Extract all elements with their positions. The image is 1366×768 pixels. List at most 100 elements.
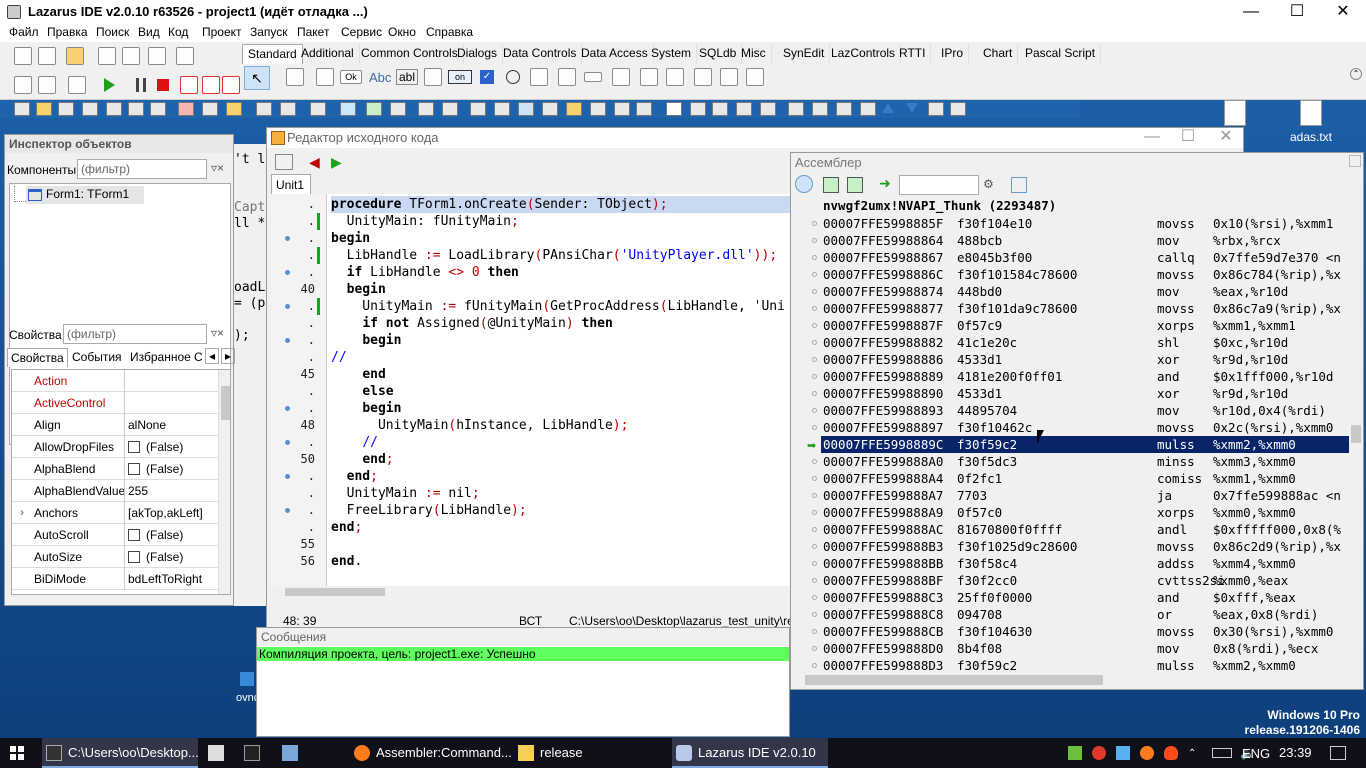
tmainmenu-icon[interactable] bbox=[286, 68, 304, 86]
code-line[interactable]: if LibHandle <> 0 then bbox=[331, 264, 519, 281]
tactionlist-icon[interactable] bbox=[746, 68, 764, 86]
zoom-in-icon[interactable] bbox=[366, 102, 382, 116]
menu-help[interactable]: Справка bbox=[426, 25, 473, 39]
code-line[interactable]: else bbox=[331, 383, 393, 400]
code-line[interactable]: end. bbox=[331, 553, 362, 570]
registers-icon[interactable] bbox=[950, 102, 966, 116]
gutter-line[interactable]: . bbox=[271, 298, 315, 315]
clear-filter-icon[interactable]: ▿× bbox=[211, 161, 229, 179]
breakpoint-dot-icon[interactable] bbox=[285, 508, 290, 513]
taskbar-item-network[interactable] bbox=[278, 738, 308, 768]
gutter-line[interactable]: 56 bbox=[271, 553, 315, 570]
menu-view[interactable]: Вид bbox=[138, 25, 160, 39]
taskbar-item-firefox[interactable]: Assembler:Command... bbox=[350, 738, 512, 768]
code-line[interactable]: end bbox=[331, 366, 385, 383]
title-bar[interactable]: Lazarus IDE v2.0.10 r63526 - project1 (и… bbox=[0, 0, 1366, 24]
scrollbar-thumb[interactable] bbox=[805, 675, 1103, 685]
locals-icon[interactable] bbox=[836, 102, 852, 116]
toggle-form-unit-icon[interactable] bbox=[38, 76, 56, 94]
breakpoint-dot-icon[interactable] bbox=[285, 304, 290, 309]
tab-misc[interactable]: Misc bbox=[736, 44, 772, 64]
asm-horizontal-scrollbar[interactable] bbox=[793, 673, 1349, 687]
editor-close-button[interactable]: ✕ bbox=[1203, 125, 1249, 149]
asm-breakpoint-dot-icon[interactable] bbox=[812, 238, 817, 243]
messages-title[interactable]: Сообщения bbox=[257, 628, 789, 646]
code-line[interactable]: LibHandle := LoadLibrary(PAnsiChar('Unit… bbox=[331, 247, 778, 264]
menu-edit[interactable]: Правка bbox=[47, 25, 88, 39]
zoom-out-icon[interactable] bbox=[390, 102, 406, 116]
redo-icon[interactable] bbox=[280, 102, 296, 116]
asm-row[interactable]: 00007FFE59988874 448bd0 mov %eax,%r10d bbox=[821, 283, 1351, 300]
gutter-line[interactable]: . bbox=[271, 468, 315, 485]
asm-breakpoint-dot-icon[interactable] bbox=[812, 459, 817, 464]
property-value[interactable]: (False) bbox=[124, 524, 218, 546]
tab-standard[interactable]: Standard bbox=[242, 44, 303, 64]
asm-row[interactable]: 00007FFE599888B3 f30f1025d9c28600 movss 0x8… bbox=[821, 538, 1351, 555]
power-icon[interactable] bbox=[795, 175, 813, 193]
tab-rtti[interactable]: RTTI bbox=[894, 44, 932, 64]
property-row[interactable]: Action bbox=[12, 370, 218, 392]
property-row[interactable]: AlphaBlend (False) bbox=[12, 458, 218, 480]
checkbox[interactable] bbox=[128, 441, 140, 453]
copy-icon[interactable] bbox=[1011, 177, 1027, 193]
components-filter-input[interactable]: (фильтр) bbox=[77, 159, 207, 179]
record-icon[interactable] bbox=[666, 102, 682, 116]
asm-row[interactable]: 00007FFE59988877 f30f101da9c78600 movss 0x8… bbox=[821, 300, 1351, 317]
code-line[interactable]: UnityMain := nil; bbox=[331, 485, 480, 502]
macro-icon[interactable] bbox=[590, 102, 606, 116]
callstack-icon[interactable] bbox=[860, 102, 876, 116]
asm-row[interactable]: 00007FFE5998889C f30f59c2 mulss %xmm2,%xmm0 bbox=[821, 436, 1351, 453]
checkbox[interactable] bbox=[128, 529, 140, 541]
asm-breakpoint-dot-icon[interactable] bbox=[812, 476, 817, 481]
find-icon[interactable] bbox=[310, 102, 326, 116]
property-value[interactable]: [akTop,akLeft] bbox=[124, 502, 218, 524]
word-wrap-icon[interactable] bbox=[518, 102, 534, 116]
property-value[interactable]: bdLeftToRight bbox=[124, 568, 218, 590]
current-instruction-arrow-icon[interactable]: ➡ bbox=[807, 439, 816, 452]
tab-pascal-script[interactable]: Pascal Script bbox=[1020, 44, 1102, 64]
checkbox[interactable] bbox=[128, 551, 140, 563]
breakpoint-dot-icon[interactable] bbox=[285, 236, 290, 241]
asm-row[interactable]: 00007FFE599888C3 25ff0f0000 and $0xfff,%eax bbox=[821, 589, 1351, 606]
undo-icon[interactable] bbox=[256, 102, 272, 116]
chrome-icon[interactable] bbox=[1092, 746, 1106, 760]
asm-breakpoint-dot-icon[interactable] bbox=[812, 221, 817, 226]
breakpoint-dot-icon[interactable] bbox=[285, 474, 290, 479]
back-arrow-icon[interactable]: ◀ bbox=[309, 154, 320, 171]
tcheckbox-icon[interactable]: ✓ bbox=[480, 70, 494, 84]
copy-icon[interactable] bbox=[202, 102, 218, 116]
gutter-line[interactable]: . bbox=[271, 434, 315, 451]
asm-row[interactable]: 00007FFE5998885F f30f104e10 movss 0x10(%rsi… bbox=[821, 215, 1351, 232]
asm-row[interactable]: 00007FFE599888A0 f30f5dc3 minss %xmm3,%xmm0 bbox=[821, 453, 1351, 470]
code-line[interactable]: end; bbox=[331, 519, 362, 536]
build-mode-icon[interactable] bbox=[68, 76, 86, 94]
forward-arrow-icon[interactable]: ▶ bbox=[331, 154, 342, 171]
step-out-icon[interactable] bbox=[222, 76, 240, 94]
gutter-line[interactable]: . bbox=[271, 213, 315, 230]
menu-window[interactable]: Окно bbox=[388, 25, 416, 39]
gutter-line[interactable]: . bbox=[271, 247, 315, 264]
start-icon[interactable] bbox=[10, 746, 24, 760]
asm-breakpoint-dot-icon[interactable] bbox=[812, 561, 817, 566]
property-value[interactable] bbox=[124, 370, 218, 392]
paragraph-icon[interactable] bbox=[494, 102, 510, 116]
tree-item-form1[interactable]: Form1: TForm1 bbox=[26, 186, 144, 204]
asm-breakpoint-dot-icon[interactable] bbox=[812, 595, 817, 600]
view-units-icon[interactable] bbox=[176, 47, 194, 65]
show-hidden-icons[interactable]: ⌃ bbox=[1188, 748, 1196, 759]
asm-row[interactable]: 00007FFE59988867 e8045b3f00 callq 0x7ffe59d… bbox=[821, 249, 1351, 266]
asm-row[interactable]: 00007FFE59988897 f30f10462c movss 0x2c(%rsi… bbox=[821, 419, 1351, 436]
code-line[interactable]: begin bbox=[331, 400, 401, 417]
property-row[interactable]: ActiveControl bbox=[12, 392, 218, 414]
property-value[interactable]: (False) bbox=[124, 436, 218, 458]
tlistbox-icon[interactable] bbox=[530, 68, 548, 86]
breakpoint-dot-icon[interactable] bbox=[285, 270, 290, 275]
tmemo-icon[interactable] bbox=[424, 68, 442, 86]
clock[interactable]: 23:39 bbox=[1279, 745, 1312, 760]
code-line[interactable]: // bbox=[331, 434, 378, 451]
horizontal-scrollbar[interactable] bbox=[271, 586, 791, 598]
gutter-line[interactable]: . bbox=[271, 485, 315, 502]
asm-row[interactable]: 00007FFE599888CB f30f104630 movss 0x30(%rsi… bbox=[821, 623, 1351, 640]
asm-row[interactable]: 00007FFE59988882 41c1e20c shl $0xc,%r10d bbox=[821, 334, 1351, 351]
tab-system[interactable]: System bbox=[646, 44, 698, 64]
